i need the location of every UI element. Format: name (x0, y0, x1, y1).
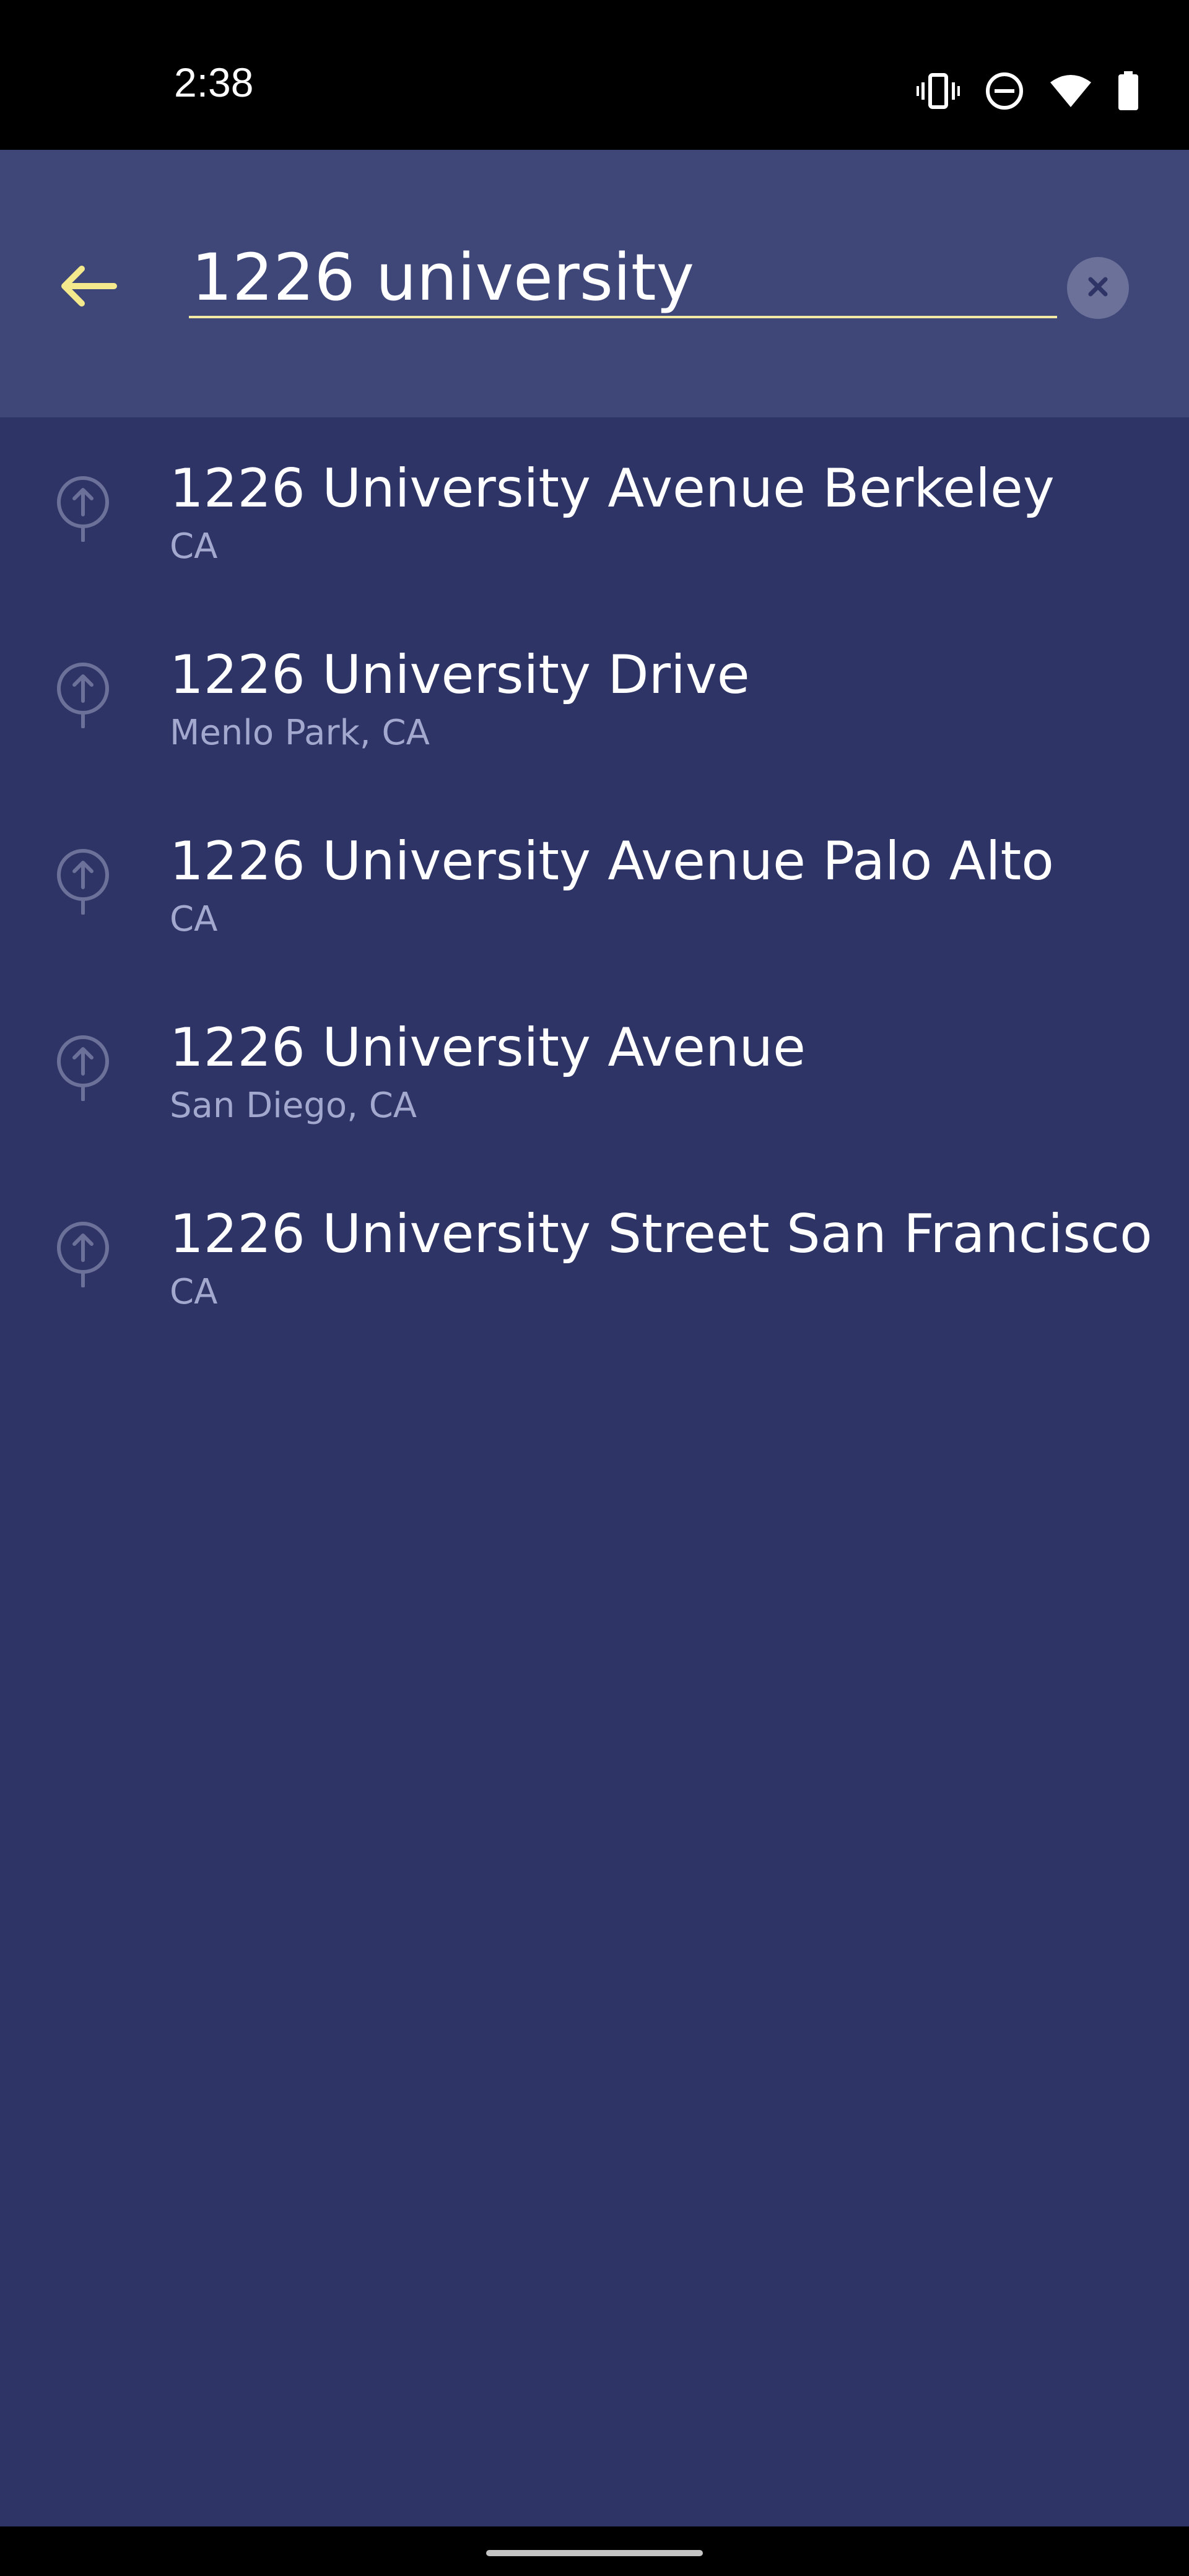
result-subtitle: CA (170, 899, 218, 939)
location-pin-icon (54, 1219, 111, 1288)
vibrate-icon (917, 72, 960, 110)
list-item[interactable]: 1226 University Drive Menlo Park, CA (0, 604, 1189, 790)
search-header (0, 150, 1189, 417)
arrow-left-icon (57, 261, 119, 314)
status-icons (917, 69, 1139, 113)
status-time: 2:38 (174, 59, 254, 105)
close-icon (1084, 273, 1112, 303)
navigation-bar (0, 2526, 1189, 2576)
do-not-disturb-icon (985, 71, 1024, 111)
result-title: 1226 University Avenue Berkeley (170, 458, 1055, 520)
search-input[interactable] (189, 243, 1057, 318)
location-pin-icon (54, 846, 111, 915)
battery-icon (1117, 71, 1139, 111)
clear-search-button[interactable] (1067, 257, 1129, 319)
search-results-list: 1226 University Avenue Berkeley CA 1226 … (0, 417, 1189, 1349)
result-title: 1226 University Drive (170, 644, 750, 706)
list-item[interactable]: 1226 University Avenue Palo Alto CA (0, 790, 1189, 977)
status-bar: 2:38 (0, 0, 1189, 150)
wifi-icon (1049, 72, 1092, 110)
list-item[interactable]: 1226 University Avenue Berkeley CA (0, 417, 1189, 604)
result-subtitle: CA (170, 1272, 218, 1312)
home-gesture-handle[interactable] (486, 2550, 703, 2556)
location-pin-icon (54, 474, 111, 542)
result-title: 1226 University Avenue (170, 1017, 806, 1079)
result-subtitle: San Diego, CA (170, 1086, 417, 1126)
result-title: 1226 University Street San Francisco (170, 1203, 1152, 1265)
list-item[interactable]: 1226 University Avenue San Diego, CA (0, 977, 1189, 1163)
list-item[interactable]: 1226 University Street San Francisco CA (0, 1163, 1189, 1349)
back-button[interactable] (51, 250, 125, 324)
location-pin-icon (54, 1033, 111, 1102)
location-pin-icon (54, 660, 111, 729)
result-title: 1226 University Avenue Palo Alto (170, 830, 1054, 892)
result-subtitle: CA (170, 526, 218, 567)
result-subtitle: Menlo Park, CA (170, 713, 430, 753)
